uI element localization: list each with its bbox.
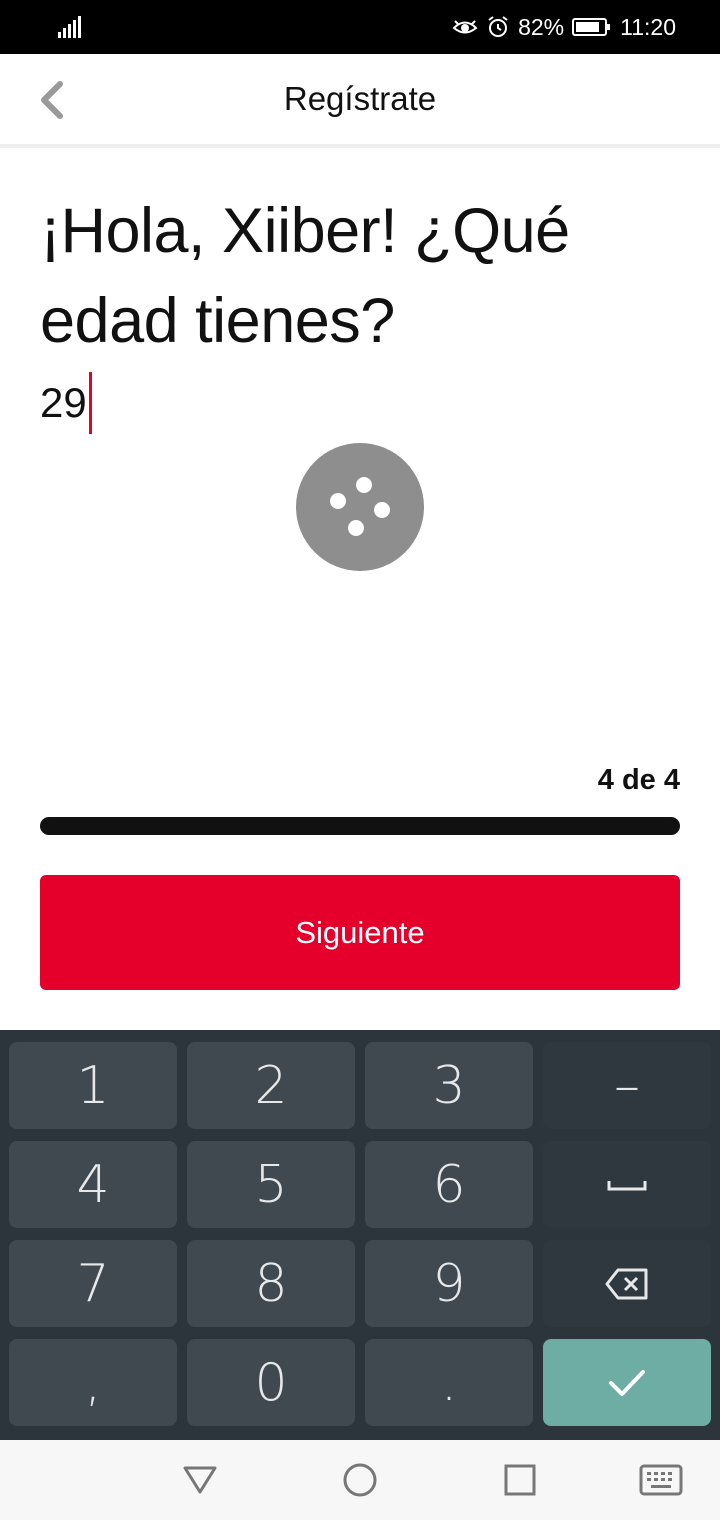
key-3[interactable]: 3 xyxy=(365,1042,533,1129)
back-triangle-icon xyxy=(183,1466,217,1494)
page-title: Regístrate xyxy=(283,80,437,117)
key-0[interactable]: 0 xyxy=(187,1339,355,1426)
nav-home-button[interactable] xyxy=(338,1458,382,1502)
key-confirm[interactable] xyxy=(543,1339,711,1426)
key-backspace[interactable] xyxy=(543,1240,711,1327)
status-icons: 82% 11:20 xyxy=(452,12,676,42)
eye-icon xyxy=(452,20,478,34)
battery-percent: 82% xyxy=(518,13,565,40)
step-counter: 4 de 4 xyxy=(597,764,680,796)
key-5[interactable]: 5 xyxy=(187,1141,355,1228)
age-input[interactable]: 29 xyxy=(40,372,92,434)
alarm-icon xyxy=(488,16,508,37)
app-header: Regístrate xyxy=(0,54,720,148)
text-caret xyxy=(88,372,92,434)
home-circle-icon xyxy=(343,1463,377,1497)
progress-bar-fill xyxy=(40,817,680,835)
space-icon xyxy=(607,1180,647,1190)
key-7[interactable]: 7 xyxy=(9,1240,177,1327)
clock: 11:20 xyxy=(620,13,676,40)
age-input-value: 29 xyxy=(40,379,87,426)
backspace-icon xyxy=(605,1268,648,1299)
recents-square-icon xyxy=(504,1464,536,1496)
random-age-button[interactable] xyxy=(296,443,424,571)
signal-icon xyxy=(58,16,81,38)
dice-icon xyxy=(330,477,390,536)
nav-keyboard-button[interactable] xyxy=(638,1458,684,1502)
key-4[interactable]: 4 xyxy=(9,1141,177,1228)
key-comma[interactable]: , xyxy=(9,1339,177,1426)
key-6[interactable]: 6 xyxy=(365,1141,533,1228)
nav-recents-button[interactable] xyxy=(498,1458,542,1502)
numeric-keyboard: 1 2 3 – 4 5 6 7 8 9 , 0 . xyxy=(0,1030,720,1440)
progress-bar xyxy=(40,817,680,835)
age-question-heading: ¡Hola, Xiiber! ¿Qué edad tienes? xyxy=(40,196,570,356)
key-dash[interactable]: – xyxy=(543,1042,711,1129)
key-8[interactable]: 8 xyxy=(187,1240,355,1327)
key-period[interactable]: . xyxy=(365,1339,533,1426)
nav-back-button[interactable] xyxy=(178,1458,222,1502)
keyboard-icon xyxy=(639,1464,683,1496)
battery-icon xyxy=(572,18,611,36)
system-nav-bar xyxy=(0,1440,720,1520)
next-button[interactable]: Siguiente xyxy=(40,875,680,990)
key-2[interactable]: 2 xyxy=(187,1042,355,1129)
key-9[interactable]: 9 xyxy=(365,1240,533,1327)
key-space[interactable] xyxy=(543,1141,711,1228)
key-1[interactable]: 1 xyxy=(9,1042,177,1129)
checkmark-icon xyxy=(609,1369,645,1396)
status-bar: 82% 11:20 xyxy=(0,0,720,54)
